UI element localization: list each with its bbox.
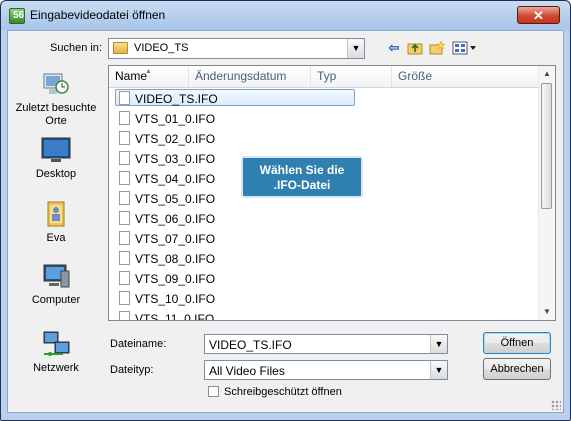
chevron-down-icon[interactable]: ▼ bbox=[347, 39, 364, 58]
callout-line-1: Wählen Sie die bbox=[259, 163, 345, 177]
file-name: VTS_04_0.IFO bbox=[135, 172, 216, 186]
file-name: VTS_05_0.IFO bbox=[135, 192, 216, 206]
file-icon bbox=[119, 191, 130, 205]
file-icon bbox=[119, 151, 130, 165]
file-icon bbox=[119, 231, 130, 245]
file-icon bbox=[119, 171, 130, 185]
file-row[interactable]: VTS_11_0.IFO bbox=[115, 309, 355, 321]
file-icon bbox=[119, 91, 130, 105]
column-name[interactable]: ▲ Name bbox=[109, 66, 189, 87]
place-network[interactable]: Netzwerk bbox=[12, 330, 100, 375]
readonly-checkbox[interactable] bbox=[208, 386, 219, 397]
chevron-down-icon[interactable]: ▼ bbox=[430, 335, 447, 353]
views-menu-icon[interactable] bbox=[452, 40, 478, 56]
scroll-thumb[interactable] bbox=[541, 83, 552, 209]
file-icon bbox=[119, 291, 130, 305]
place-label: Eva bbox=[46, 232, 66, 244]
place-computer[interactable]: Computer bbox=[12, 262, 100, 307]
desktop-icon bbox=[41, 136, 71, 164]
file-row-selected[interactable]: VIDEO_TS.IFO bbox=[115, 89, 355, 108]
cancel-button[interactable]: Abbrechen bbox=[483, 358, 551, 380]
new-folder-icon[interactable] bbox=[429, 40, 446, 56]
file-name: VTS_06_0.IFO bbox=[135, 212, 216, 226]
computer-icon bbox=[41, 262, 71, 290]
place-label: Desktop bbox=[35, 168, 77, 180]
scroll-down-icon[interactable]: ▼ bbox=[539, 304, 555, 320]
file-name: VTS_09_0.IFO bbox=[135, 272, 216, 286]
file-name: VTS_08_0.IFO bbox=[135, 252, 216, 266]
file-icon bbox=[119, 111, 130, 125]
file-row[interactable]: VTS_10_0.IFO bbox=[115, 289, 355, 308]
file-icon bbox=[119, 251, 130, 265]
chevron-down-icon[interactable]: ▼ bbox=[430, 361, 447, 379]
column-date[interactable]: Änderungsdatum bbox=[189, 66, 311, 87]
file-icon bbox=[119, 211, 130, 225]
folder-icon bbox=[113, 42, 128, 54]
resize-grip[interactable] bbox=[551, 400, 561, 410]
file-row[interactable]: VTS_06_0.IFO bbox=[115, 209, 355, 228]
lookin-combobox[interactable]: VIDEO_TS ▼ bbox=[108, 38, 365, 59]
places-bar: Zuletzt besuchte Orte Desktop Eva Comput… bbox=[12, 66, 100, 408]
file-name: VTS_01_0.IFO bbox=[135, 112, 216, 126]
lookin-label: Suchen in: bbox=[50, 42, 102, 54]
file-name: VTS_03_0.IFO bbox=[135, 152, 216, 166]
place-recent[interactable]: Zuletzt besuchte Orte bbox=[12, 70, 100, 128]
place-label: Zuletzt besuchte Orte bbox=[15, 102, 97, 127]
file-row[interactable]: VTS_01_0.IFO bbox=[115, 109, 355, 128]
file-name: VTS_10_0.IFO bbox=[135, 292, 216, 306]
file-name: VTS_11_0.IFO bbox=[135, 312, 215, 321]
filetype-select[interactable]: All Video Files ▼ bbox=[204, 360, 448, 380]
instruction-callout: Wählen Sie die .IFO-Datei bbox=[241, 156, 363, 198]
title-bar: 56 Eingabevideodatei öffnen ✕ bbox=[1, 1, 570, 29]
open-button[interactable]: Öffnen bbox=[483, 332, 551, 354]
filetype-value: All Video Files bbox=[209, 364, 285, 378]
filetype-label: Dateityp: bbox=[110, 364, 154, 376]
column-size[interactable]: Größe bbox=[392, 66, 541, 87]
file-row[interactable]: VTS_02_0.IFO bbox=[115, 129, 355, 148]
dialog-body: Suchen in: VIDEO_TS ▼ ⇦ Zuletzt besuchte… bbox=[7, 30, 564, 413]
file-row[interactable]: VTS_07_0.IFO bbox=[115, 229, 355, 248]
filename-label: Dateiname: bbox=[110, 338, 167, 350]
app-icon: 56 bbox=[9, 8, 25, 24]
file-name: VTS_07_0.IFO bbox=[135, 232, 216, 246]
place-label: Netzwerk bbox=[33, 362, 79, 374]
file-row[interactable]: VTS_08_0.IFO bbox=[115, 249, 355, 268]
readonly-label: Schreibgeschützt öffnen bbox=[224, 386, 342, 398]
close-button[interactable]: ✕ bbox=[517, 6, 560, 24]
open-file-dialog: 56 Eingabevideodatei öffnen ✕ Suchen in:… bbox=[0, 0, 571, 421]
file-icon bbox=[119, 271, 130, 285]
column-type[interactable]: Typ bbox=[311, 66, 392, 87]
column-header: ▲ Name Änderungsdatum Typ Größe bbox=[109, 66, 541, 88]
place-label: Computer bbox=[31, 294, 81, 306]
file-name: VIDEO_TS.IFO bbox=[135, 92, 218, 106]
file-icon bbox=[119, 311, 130, 320]
folder-up-icon[interactable] bbox=[407, 40, 423, 56]
vertical-scrollbar[interactable]: ▲ ▼ bbox=[538, 66, 555, 320]
file-icon bbox=[119, 131, 130, 145]
place-user[interactable]: Eva bbox=[12, 200, 100, 245]
file-row[interactable]: VTS_09_0.IFO bbox=[115, 269, 355, 288]
callout-line-2: .IFO-Datei bbox=[273, 178, 331, 192]
file-name: VTS_02_0.IFO bbox=[135, 132, 216, 146]
lookin-value: VIDEO_TS bbox=[134, 42, 189, 54]
place-desktop[interactable]: Desktop bbox=[12, 136, 100, 181]
recent-places-icon bbox=[41, 70, 71, 98]
user-folder-icon bbox=[41, 200, 71, 228]
scroll-up-icon[interactable]: ▲ bbox=[539, 66, 555, 82]
window-title: Eingabevideodatei öffnen bbox=[30, 8, 166, 22]
sort-ascending-icon: ▲ bbox=[145, 68, 152, 75]
back-arrow-icon[interactable]: ⇦ bbox=[386, 40, 402, 56]
network-icon bbox=[41, 330, 71, 358]
filename-value: VIDEO_TS.IFO bbox=[209, 338, 292, 352]
filename-input[interactable]: VIDEO_TS.IFO ▼ bbox=[204, 334, 448, 354]
